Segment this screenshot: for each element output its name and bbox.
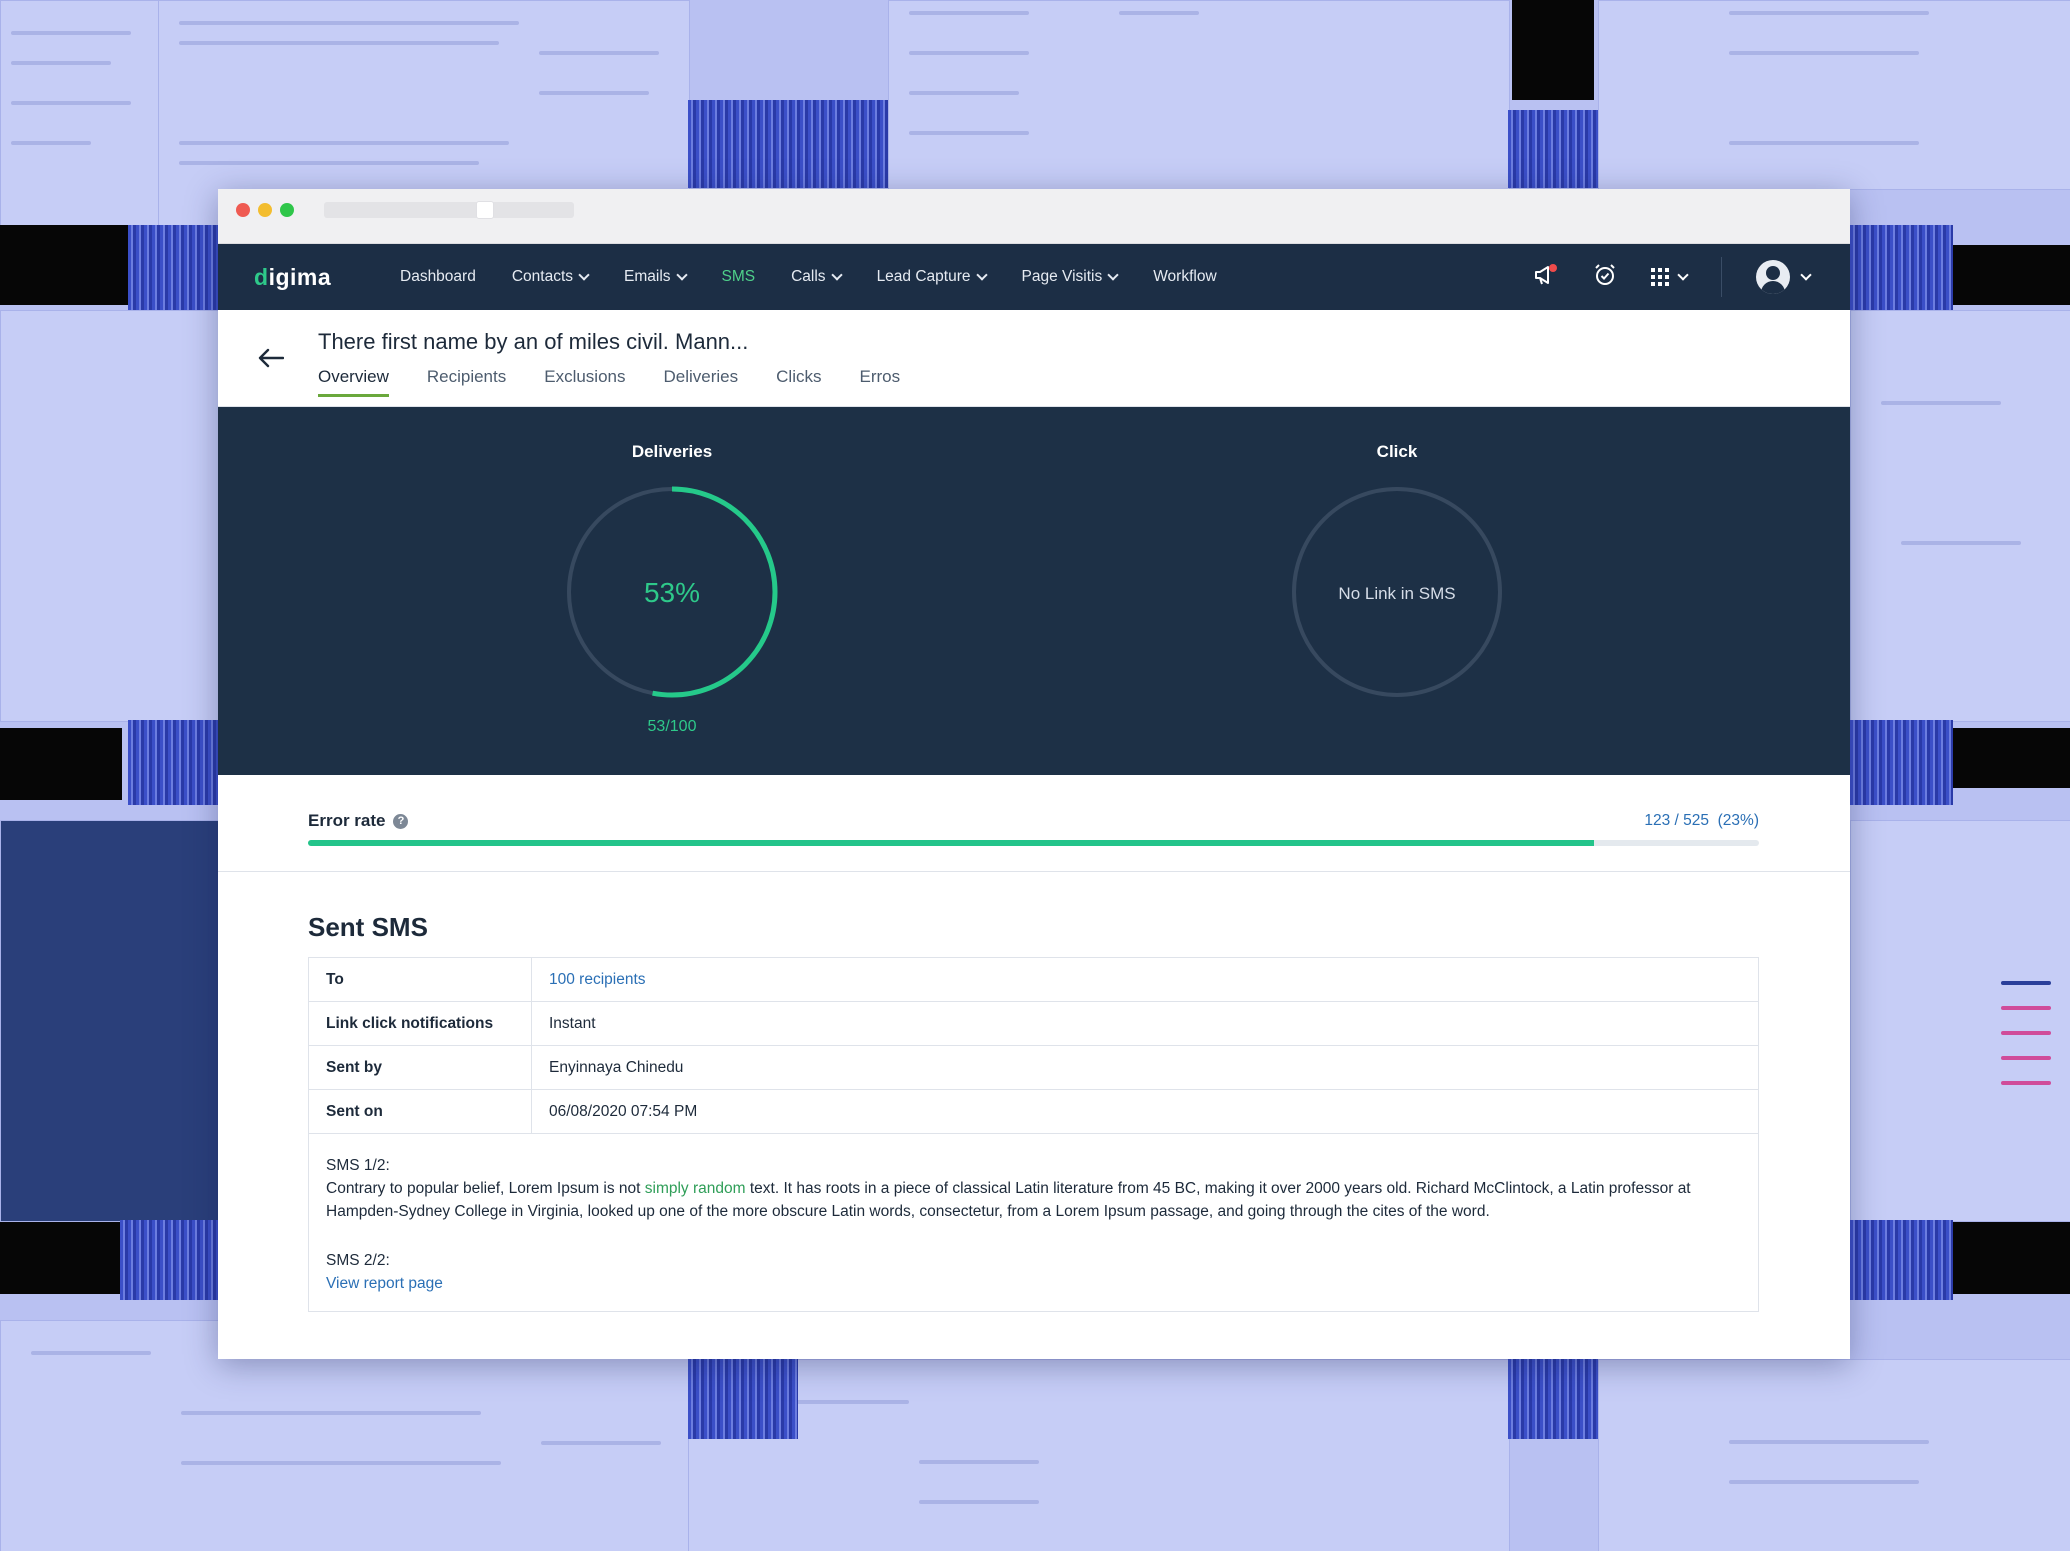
row-value-link-click-notifications: Instant xyxy=(531,1001,1759,1046)
chevron-down-icon xyxy=(975,269,988,281)
error-rate-bar-fill xyxy=(308,840,1594,846)
browser-tab-button[interactable] xyxy=(476,201,494,219)
chevron-down-icon xyxy=(1107,269,1119,281)
tab-bar: Overview Recipients Exclusions Deliverie… xyxy=(318,367,900,397)
nav-lead-capture[interactable]: Lead Capture xyxy=(877,268,988,286)
tab-recipients[interactable]: Recipients xyxy=(427,367,506,397)
table-row: Sent on 06/08/2020 07:54 PM xyxy=(308,1089,1759,1134)
error-rate-section: Error rate? 123 / 525 (23%) xyxy=(218,775,1850,872)
row-key-sent-on: Sent on xyxy=(308,1089,532,1134)
sent-sms-title: Sent SMS xyxy=(308,912,428,942)
user-menu[interactable] xyxy=(1756,260,1812,294)
nav-page-visitis[interactable]: Page Visitis xyxy=(1022,268,1119,286)
sent-sms-table: To 100 recipients Link click notification… xyxy=(308,957,1759,1134)
app-window: digima Dashboard Contacts Emails SMS Cal… xyxy=(218,189,1850,1359)
back-arrow-icon[interactable] xyxy=(258,348,285,368)
nav-contacts[interactable]: Contacts xyxy=(512,268,590,286)
sms-content: SMS 1/2: Contrary to popular belief, Lor… xyxy=(308,1134,1759,1312)
tab-deliveries[interactable]: Deliveries xyxy=(664,367,739,397)
table-row: Link click notifications Instant xyxy=(308,1001,1759,1046)
row-key-link-click-notifications: Link click notifications xyxy=(308,1001,532,1046)
click-no-link-label: No Link in SMS xyxy=(1338,584,1456,603)
error-rate-value: 123 / 525 (23%) xyxy=(1644,812,1759,829)
row-value-sent-by: Enyinnaya Chinedu xyxy=(531,1045,1759,1090)
nav-divider xyxy=(1721,257,1722,297)
click-title: Click xyxy=(1376,442,1418,461)
error-rate-bar xyxy=(308,840,1759,846)
table-row: To 100 recipients xyxy=(308,957,1759,1002)
nav-sms[interactable]: SMS xyxy=(722,268,756,286)
chevron-down-icon xyxy=(1677,269,1689,281)
tab-clicks[interactable]: Clicks xyxy=(776,367,821,397)
digima-logo[interactable]: digima xyxy=(254,264,364,291)
minimize-window-button[interactable] xyxy=(258,203,272,217)
tab-overview[interactable]: Overview xyxy=(318,367,389,397)
chevron-down-icon xyxy=(1800,269,1812,281)
close-window-button[interactable] xyxy=(236,203,250,217)
address-bar[interactable] xyxy=(324,202,574,218)
row-key-to: To xyxy=(308,957,532,1002)
apps-grid-icon[interactable] xyxy=(1651,268,1689,286)
alarm-clock-icon[interactable] xyxy=(1593,263,1617,292)
sms-1-body: Contrary to popular belief, Lorem Ipsum … xyxy=(326,1180,1691,1220)
sms-highlight-text: simply random xyxy=(644,1180,746,1197)
tab-exclusions[interactable]: Exclusions xyxy=(544,367,625,397)
deliveries-fraction: 53/100 xyxy=(647,718,697,735)
avatar xyxy=(1756,260,1790,294)
stats-panel: Deliveries 53% 53/100 Click No Link in S… xyxy=(218,407,1850,775)
chevron-down-icon xyxy=(830,269,843,281)
nav-calls[interactable]: Calls xyxy=(791,268,843,286)
sms-2-label: SMS 2/2: xyxy=(326,1252,390,1269)
top-navigation: digima Dashboard Contacts Emails SMS Cal… xyxy=(218,244,1850,310)
deliveries-title: Deliveries xyxy=(631,442,713,461)
row-key-sent-by: Sent by xyxy=(308,1045,532,1090)
sent-sms-section: Sent SMS To 100 recipients Link click not… xyxy=(218,872,1850,1312)
tab-erros[interactable]: Erros xyxy=(859,367,900,397)
help-icon[interactable]: ? xyxy=(393,813,409,829)
row-value-sent-on: 06/08/2020 07:54 PM xyxy=(531,1089,1759,1134)
nav-emails[interactable]: Emails xyxy=(624,268,688,286)
chevron-down-icon xyxy=(578,269,590,281)
maximize-window-button[interactable] xyxy=(280,203,294,217)
view-report-link[interactable]: View report page xyxy=(326,1272,1741,1295)
page-header: There first name by an of miles civil. M… xyxy=(218,310,1850,407)
nav-dashboard[interactable]: Dashboard xyxy=(400,268,476,286)
page-title: There first name by an of miles civil. M… xyxy=(318,329,749,354)
sms-1-label: SMS 1/2: xyxy=(326,1157,390,1174)
nav-workflow[interactable]: Workflow xyxy=(1153,268,1216,286)
error-rate-label: Error rate? xyxy=(308,811,409,831)
megaphone-icon[interactable] xyxy=(1533,263,1559,292)
recipients-link[interactable]: 100 recipients xyxy=(549,971,646,988)
deliveries-percent: 53% xyxy=(643,577,701,608)
chevron-down-icon xyxy=(675,269,688,281)
table-row: Sent by Enyinnaya Chinedu xyxy=(308,1045,1759,1090)
browser-chrome xyxy=(218,189,1850,244)
